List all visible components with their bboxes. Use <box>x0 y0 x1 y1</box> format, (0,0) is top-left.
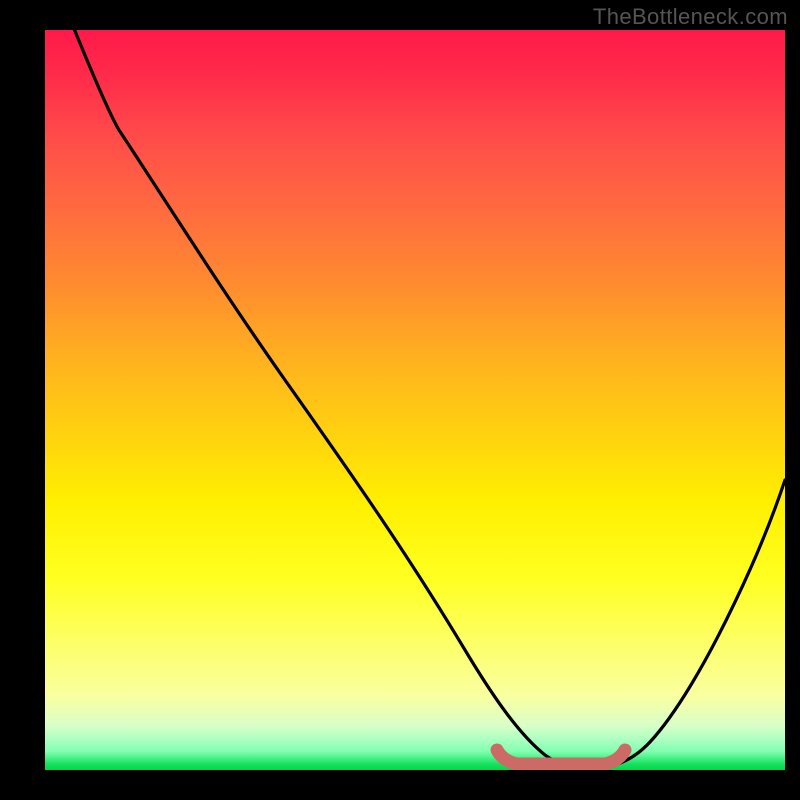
bottleneck-curve <box>75 30 785 767</box>
curve-layer <box>45 30 785 770</box>
plot-area <box>45 30 785 770</box>
optimal-zone-marker <box>497 750 625 764</box>
chart-frame: TheBottleneck.com <box>0 0 800 800</box>
watermark-text: TheBottleneck.com <box>593 4 788 30</box>
